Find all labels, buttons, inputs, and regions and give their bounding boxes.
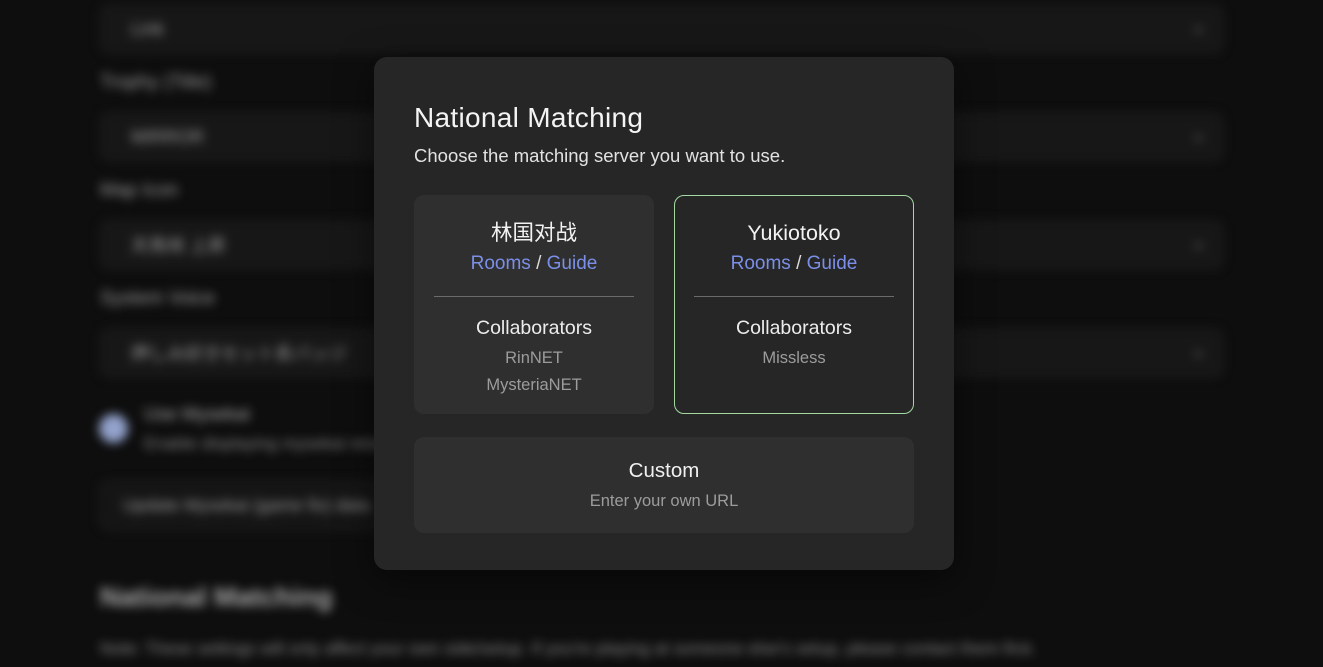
trophy-title-value: MIRROR <box>131 127 204 148</box>
link-separator: / <box>531 253 547 274</box>
guide-link[interactable]: Guide <box>807 253 858 274</box>
modal-title: National Matching <box>414 101 914 135</box>
system-voice-value: 押しみ好きセット系バッジ <box>131 340 347 366</box>
guide-link[interactable]: Guide <box>547 253 598 274</box>
divider <box>434 296 634 297</box>
custom-server-card[interactable]: Custom Enter your own URL <box>414 437 914 533</box>
rooms-link[interactable]: Rooms <box>471 253 531 274</box>
trophy-title-label: Trophy (Title) <box>100 72 212 94</box>
national-matching-modal: National Matching Choose the matching se… <box>374 57 954 570</box>
divider <box>694 296 894 297</box>
chevron-down-icon: ⌄ <box>1191 232 1206 253</box>
rooms-link[interactable]: Rooms <box>731 253 791 274</box>
server-card-linguoduizhan[interactable]: 林国对战 Rooms / Guide Collaborators RinNET … <box>414 195 654 414</box>
chevron-down-icon: ⌄ <box>1191 340 1206 361</box>
server-links: Rooms / Guide <box>471 253 598 275</box>
use-mysekai-label: Use Mysekai <box>144 403 250 425</box>
server-name: Yukiotoko <box>747 220 840 246</box>
chevron-down-icon: ⌄ <box>1191 124 1206 145</box>
national-matching-note: Note: These settings will only affect yo… <box>100 639 1036 659</box>
system-voice-label: System Voice <box>100 288 215 310</box>
update-mysekai-button-label: Update Mysekai (game fix) data <box>123 495 370 516</box>
collaborator-name: MysteriaNET <box>486 376 581 394</box>
server-card-yukiotoko[interactable]: Yukiotoko Rooms / Guide Collaborators Mi… <box>674 195 914 414</box>
map-icon-value: 天馬咲 上昇 <box>131 232 226 258</box>
map-icon-label: Map Icon <box>100 180 178 202</box>
collaborator-name: RinNET <box>505 349 563 367</box>
server-name: 林国对战 <box>491 220 577 246</box>
use-mysekai-checkbox <box>99 414 128 443</box>
link-separator: / <box>791 253 807 274</box>
link-input: Link ⌄ <box>100 5 1223 53</box>
collaborator-name: Missless <box>762 349 825 367</box>
link-input-value: Link <box>131 19 164 40</box>
chevron-down-icon: ⌄ <box>1191 16 1206 37</box>
custom-card-title: Custom <box>629 459 700 483</box>
server-options: 林国对战 Rooms / Guide Collaborators RinNET … <box>414 195 914 414</box>
server-links: Rooms / Guide <box>731 253 858 275</box>
collaborators-heading: Collaborators <box>736 317 852 340</box>
collaborators-heading: Collaborators <box>476 317 592 340</box>
custom-card-subtitle: Enter your own URL <box>590 492 739 511</box>
modal-subtitle: Choose the matching server you want to u… <box>414 144 914 168</box>
national-matching-section-heading: National Matching <box>100 582 333 613</box>
